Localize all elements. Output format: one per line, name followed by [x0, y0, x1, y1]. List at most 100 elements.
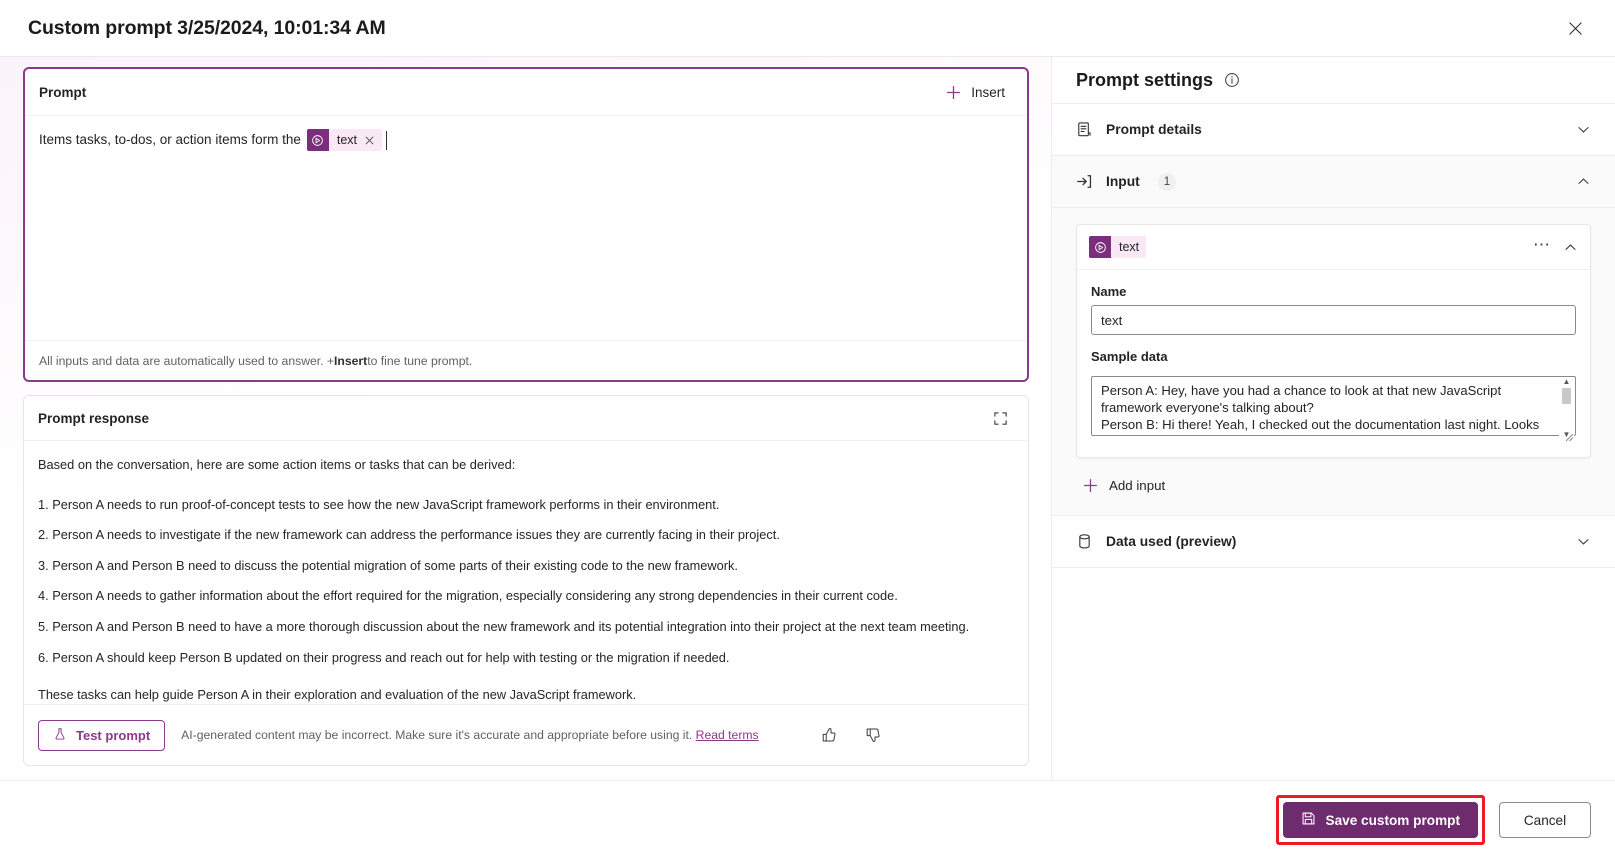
- input-chip-text[interactable]: text: [1089, 236, 1147, 258]
- prompt-hint-bold: Insert: [334, 353, 368, 368]
- flask-glyph: [55, 727, 65, 740]
- cancel-button-label: Cancel: [1523, 812, 1567, 828]
- input-card-text: text ⋯ Name Sample data: [1076, 224, 1591, 458]
- response-outro: These tasks can help guide Person A in t…: [38, 687, 637, 703]
- prompt-editor-pane: Prompt Insert Items tasks, to-dos, or ac…: [0, 57, 1051, 780]
- list-item: 6. Person A should keep Person B updated…: [38, 649, 730, 665]
- more-options-icon[interactable]: ⋯: [1533, 236, 1551, 255]
- list-item: 5. Person A and Person B need to have a …: [38, 618, 970, 634]
- input-card-body: Name Sample data Person A: Hey, have you…: [1077, 270, 1590, 457]
- sample-data-textarea[interactable]: Person A: Hey, have you had a chance to …: [1091, 376, 1576, 436]
- dialog-body: Prompt Insert Items tasks, to-dos, or ac…: [0, 57, 1615, 780]
- resize-handle[interactable]: [1564, 429, 1574, 442]
- section-data-used[interactable]: Data used (preview): [1052, 516, 1615, 568]
- prompt-static-text: Items tasks, to-dos, or action items for…: [39, 132, 301, 147]
- prompt-label: Prompt: [39, 84, 87, 100]
- name-input[interactable]: [1091, 305, 1576, 335]
- collapse-input-card-icon[interactable]: [1563, 240, 1578, 255]
- chip-label: text: [1119, 240, 1140, 254]
- list-item: 4. Person A needs to gather information …: [38, 588, 898, 604]
- variable-icon: [306, 129, 329, 151]
- prompt-response-card: Prompt response Based on the conversatio…: [23, 395, 1029, 766]
- dialog-footer: Save custom prompt Cancel: [0, 780, 1615, 859]
- page-title: Custom prompt 3/25/2024, 10:01:34 AM: [28, 16, 386, 39]
- cancel-button[interactable]: Cancel: [1499, 802, 1591, 838]
- section-label: Data used (preview): [1106, 534, 1237, 549]
- chip-remove-icon[interactable]: [364, 135, 382, 146]
- prompt-settings-pane: Prompt settings Prompt details Input 1 t…: [1051, 57, 1615, 780]
- expand-glyph: [993, 411, 1007, 425]
- chevron-up-icon: [1576, 174, 1591, 189]
- sample-data-label: Sample data: [1091, 349, 1168, 364]
- prompt-hint-suffix: to fine tune prompt.: [367, 353, 473, 368]
- list-item: 1. Person A needs to run proof-of-concep…: [38, 496, 720, 512]
- response-intro: Based on the conversation, here are some…: [38, 457, 516, 472]
- section-label: Input: [1106, 174, 1140, 189]
- expand-icon[interactable]: [986, 404, 1014, 432]
- input-arrow-icon: [1076, 173, 1094, 190]
- input-count-badge: 1: [1157, 172, 1177, 191]
- resize-glyph: [1565, 433, 1574, 442]
- save-button-highlight-wrapper: Save custom prompt: [1275, 795, 1485, 845]
- section-input[interactable]: Input 1: [1052, 156, 1615, 208]
- response-card-footer: Test prompt AI-generated content may be …: [24, 704, 1028, 765]
- name-field-label: Name: [1091, 284, 1127, 299]
- insert-label: Insert: [971, 84, 1005, 100]
- save-button-label: Save custom prompt: [1325, 812, 1460, 828]
- read-terms-link[interactable]: Read terms: [696, 728, 759, 742]
- save-custom-prompt-button[interactable]: Save custom prompt: [1282, 802, 1478, 838]
- info-icon[interactable]: [1224, 72, 1240, 88]
- variable-glyph: [312, 134, 324, 146]
- variable-glyph: [1094, 241, 1106, 253]
- chevron-down-icon: [1576, 534, 1591, 549]
- document-glyph: [1078, 122, 1091, 137]
- response-text-body: Based on the conversation, here are some…: [24, 441, 1028, 704]
- plus-icon: [945, 84, 962, 101]
- ai-disclaimer: AI-generated content may be incorrect. M…: [181, 728, 758, 742]
- input-section-body: text ⋯ Name Sample data: [1052, 208, 1615, 516]
- text-caret: [386, 130, 387, 150]
- add-input-button[interactable]: Add input: [1076, 472, 1171, 499]
- custom-prompt-dialog: Custom prompt 3/25/2024, 10:01:34 AM Pro…: [0, 0, 1615, 859]
- section-label: Prompt details: [1106, 122, 1202, 137]
- database-glyph: [1079, 534, 1090, 549]
- info-glyph: [1225, 73, 1239, 87]
- input-arrow-glyph: [1077, 175, 1092, 188]
- prompt-card: Prompt Insert Items tasks, to-dos, or ac…: [23, 67, 1029, 382]
- list-item: 2. Person A needs to investigate if the …: [38, 527, 780, 543]
- save-icon: [1301, 811, 1316, 829]
- feedback-buttons: [817, 723, 885, 747]
- response-item-list: 1. Person A needs to run proof-of-concep…: [38, 495, 1014, 668]
- chip-label: text: [336, 133, 357, 147]
- document-icon: [1076, 121, 1094, 138]
- input-card-actions: ⋯: [1533, 236, 1578, 255]
- response-card-header: Prompt response: [24, 396, 1028, 441]
- input-card-header: text ⋯: [1077, 225, 1590, 270]
- insert-button[interactable]: Insert: [937, 79, 1013, 106]
- test-prompt-button[interactable]: Test prompt: [38, 719, 166, 751]
- list-item: 3. Person A and Person B need to discuss…: [38, 557, 738, 573]
- chevron-down-icon: [1576, 122, 1591, 137]
- input-token-chip-text[interactable]: text: [306, 129, 382, 151]
- settings-title: Prompt settings: [1076, 69, 1214, 90]
- thumbs-up-icon[interactable]: [817, 723, 841, 747]
- flask-icon: [53, 727, 67, 744]
- prompt-text-editor[interactable]: Items tasks, to-dos, or action items for…: [25, 116, 1027, 340]
- prompt-text-line: Items tasks, to-dos, or action items for…: [39, 128, 1013, 152]
- thumbs-up-glyph: [822, 728, 836, 742]
- prompt-card-footer: All inputs and data are automatically us…: [25, 340, 1027, 380]
- settings-header: Prompt settings: [1052, 57, 1615, 104]
- scrollbar-thumb[interactable]: [1562, 388, 1571, 404]
- sample-data-wrapper: Person A: Hey, have you had a chance to …: [1091, 376, 1576, 442]
- thumbs-down-icon[interactable]: [861, 723, 885, 747]
- thumbs-down-glyph: [866, 728, 880, 742]
- plus-icon: [1082, 477, 1099, 494]
- close-icon[interactable]: [1557, 12, 1593, 44]
- test-prompt-label: Test prompt: [76, 727, 151, 743]
- prompt-hint-prefix: All inputs and data are automatically us…: [39, 353, 335, 368]
- section-prompt-details[interactable]: Prompt details: [1052, 104, 1615, 156]
- scroll-up-icon[interactable]: ▲: [1563, 377, 1571, 387]
- disclaimer-text: AI-generated content may be incorrect. M…: [181, 728, 696, 742]
- add-input-label: Add input: [1109, 478, 1166, 493]
- prompt-card-header: Prompt Insert: [25, 69, 1027, 116]
